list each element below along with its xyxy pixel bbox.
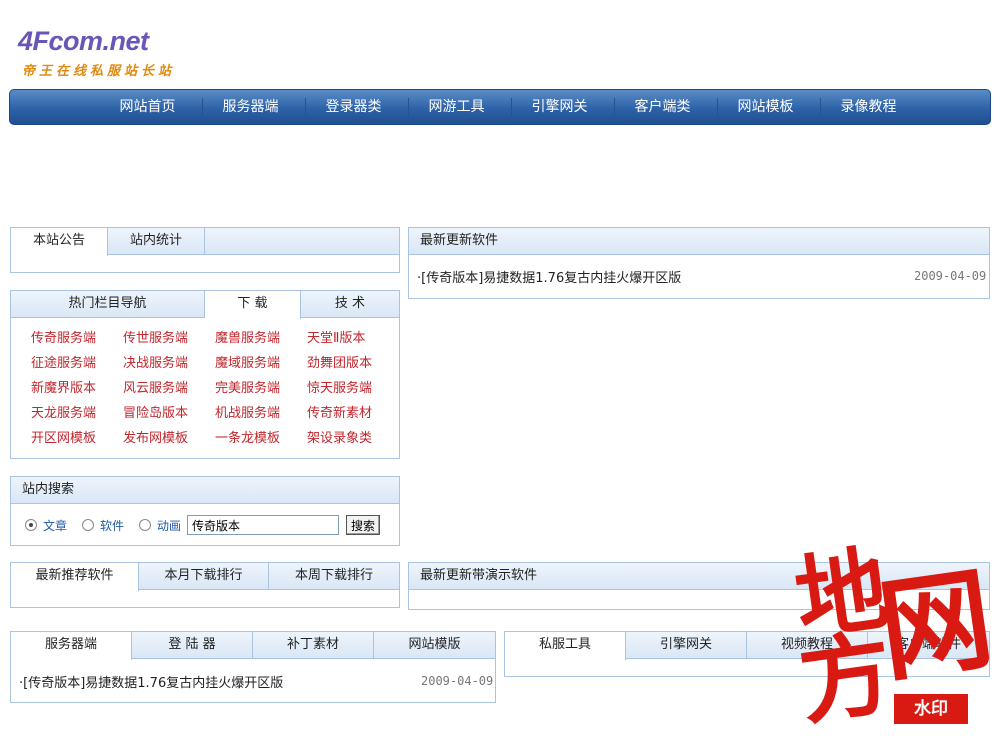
category-link[interactable]: 传世服务端 bbox=[123, 326, 215, 351]
nav-item-game-tools[interactable]: 网游工具 bbox=[405, 90, 508, 124]
category-link[interactable]: 一条龙模板 bbox=[215, 426, 307, 451]
tab-server[interactable]: 服务器端 bbox=[11, 632, 132, 660]
tab-login[interactable]: 登 陆 器 bbox=[132, 632, 253, 659]
category-link[interactable]: 传奇新素材 bbox=[307, 401, 399, 426]
list-item[interactable]: ·[传奇版本]易捷数据1.76复古内挂火爆开区版 bbox=[417, 267, 681, 286]
nav-divider bbox=[717, 98, 718, 116]
tab-patches[interactable]: 补丁素材 bbox=[253, 632, 374, 659]
tab-web-templates[interactable]: 网站模版 bbox=[374, 632, 495, 659]
radio-label-article[interactable]: 文章 bbox=[43, 517, 67, 534]
tab-weekly-ranking[interactable]: 本周下载排行 bbox=[269, 563, 399, 590]
nav-item-templates[interactable]: 网站模板 bbox=[714, 90, 817, 124]
list-item-date: 2009-04-09 bbox=[421, 674, 494, 688]
logo-main-text: 4Fcom.net bbox=[18, 26, 149, 56]
category-link[interactable]: 惊天服务端 bbox=[307, 376, 399, 401]
search-button[interactable]: 搜索 bbox=[346, 515, 381, 535]
radio-article[interactable] bbox=[25, 519, 37, 531]
nav-item-client[interactable]: 客户端类 bbox=[611, 90, 714, 124]
latest-software-title: 最新更新软件 bbox=[409, 228, 989, 255]
radio-label-software[interactable]: 软件 bbox=[100, 517, 124, 534]
site-logo[interactable]: 4Fcom.net 帝王在线私服站长站 bbox=[18, 14, 218, 84]
category-link[interactable]: 风云服务端 bbox=[123, 376, 215, 401]
main-nav: 网站首页 服务器端 登录器类 网游工具 引擎网关 客户端类 网站模板 录像教程 bbox=[9, 89, 991, 125]
search-title: 站内搜索 bbox=[11, 477, 399, 504]
server-box: 服务器端 登 陆 器 补丁素材 网站模版 ·[传奇版本]易捷数据1.76复古内挂… bbox=[10, 631, 496, 703]
hot-nav-box: 热门栏目导航 下 载 技 术 传奇服务端 传世服务端 魔兽服务端 天堂Ⅱ版本 征… bbox=[10, 290, 400, 459]
category-link[interactable]: 开区网模板 bbox=[31, 426, 123, 451]
radio-animation[interactable] bbox=[139, 519, 152, 531]
category-link[interactable]: 冒险岛版本 bbox=[123, 401, 215, 426]
category-link[interactable]: 魔域服务端 bbox=[215, 351, 307, 376]
nav-divider bbox=[202, 98, 203, 116]
tab-monthly-ranking[interactable]: 本月下载排行 bbox=[139, 563, 269, 590]
nav-item-server[interactable]: 服务器端 bbox=[199, 90, 302, 124]
category-link[interactable]: 机战服务端 bbox=[215, 401, 307, 426]
nav-divider bbox=[820, 98, 821, 116]
nav-item-launcher[interactable]: 登录器类 bbox=[302, 90, 405, 124]
tab-notice[interactable]: 本站公告 bbox=[11, 228, 108, 256]
list-item[interactable]: ·[传奇版本]易捷数据1.76复古内挂火爆开区版 bbox=[19, 672, 283, 691]
notice-box: 本站公告 站内统计 bbox=[10, 227, 400, 273]
tab-download[interactable]: 下 载 bbox=[205, 291, 301, 319]
radio-label-animation[interactable]: 动画 bbox=[157, 517, 181, 534]
tab-hot-categories[interactable]: 热门栏目导航 bbox=[11, 291, 205, 318]
tab-statistics[interactable]: 站内统计 bbox=[108, 228, 205, 255]
tab-tech[interactable]: 技 术 bbox=[301, 291, 399, 318]
list-item-date: 2009-04-09 bbox=[914, 269, 987, 283]
category-link[interactable]: 天龙服务端 bbox=[31, 401, 123, 426]
tab-private-tools[interactable]: 私服工具 bbox=[505, 632, 626, 660]
category-link[interactable]: 传奇服务端 bbox=[31, 326, 123, 351]
category-link[interactable]: 完美服务端 bbox=[215, 376, 307, 401]
category-link[interactable]: 发布网模板 bbox=[123, 426, 215, 451]
ranking-box: 最新推荐软件 本月下载排行 本周下载排行 bbox=[10, 562, 400, 608]
tab-engine-gateway[interactable]: 引擎网关 bbox=[626, 632, 747, 659]
nav-divider bbox=[614, 98, 615, 116]
category-link[interactable]: 天堂Ⅱ版本 bbox=[307, 326, 399, 351]
category-link[interactable]: 魔兽服务端 bbox=[215, 326, 307, 351]
watermark-badge: 水印 bbox=[894, 694, 968, 724]
nav-item-engine-gateway[interactable]: 引擎网关 bbox=[508, 90, 611, 124]
nav-item-video-tutorials[interactable]: 录像教程 bbox=[817, 90, 920, 124]
category-link[interactable]: 新魔界版本 bbox=[31, 376, 123, 401]
category-link[interactable]: 劲舞团版本 bbox=[307, 351, 399, 376]
category-link[interactable]: 征途服务端 bbox=[31, 351, 123, 376]
site-search-box: 站内搜索 文章 软件 动画 搜索 bbox=[10, 476, 400, 546]
nav-divider bbox=[408, 98, 409, 116]
category-link[interactable]: 架设录象类 bbox=[307, 426, 399, 451]
nav-divider bbox=[305, 98, 306, 116]
latest-software-box: 最新更新软件 ·[传奇版本]易捷数据1.76复古内挂火爆开区版 2009-04-… bbox=[408, 227, 990, 299]
logo-subtitle: 帝王在线私服站长站 bbox=[22, 64, 176, 79]
search-input[interactable] bbox=[187, 515, 340, 535]
radio-software[interactable] bbox=[82, 519, 95, 531]
nav-item-home[interactable]: 网站首页 bbox=[96, 90, 199, 124]
tab-recommended[interactable]: 最新推荐软件 bbox=[11, 563, 139, 591]
category-link[interactable]: 决战服务端 bbox=[123, 351, 215, 376]
watermark-char: 网 bbox=[871, 552, 1000, 699]
nav-divider bbox=[511, 98, 512, 116]
category-links: 传奇服务端 传世服务端 魔兽服务端 天堂Ⅱ版本 征途服务端 决战服务端 魔域服务… bbox=[11, 318, 399, 451]
